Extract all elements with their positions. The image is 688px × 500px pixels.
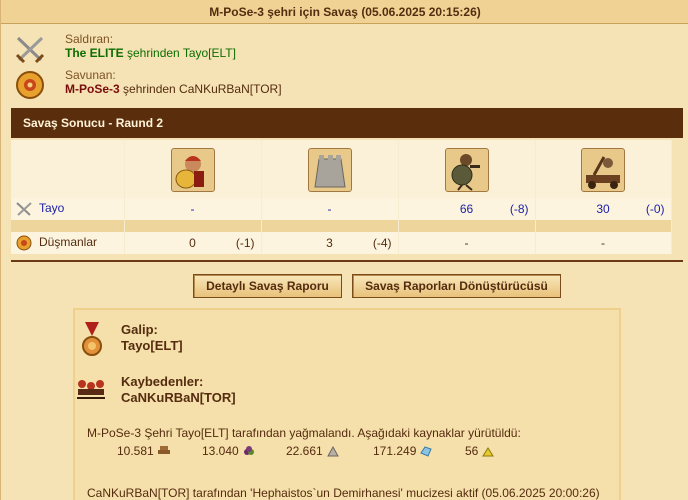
- plunder-message: M-PoSe-3 Şehri Tayo[ELT] tarafından yağm…: [87, 426, 521, 440]
- defender-unit-1-loss: (-1): [235, 236, 255, 250]
- marble-icon: [326, 445, 339, 457]
- defender-line: M-PoSe-3 şehrinden CaNKuRBaN[TOR]: [65, 82, 282, 96]
- resource-wine: 13.040: [202, 444, 256, 458]
- resource-marble: 22.661: [286, 444, 340, 458]
- resource-wine-amount: 13.040: [202, 444, 239, 458]
- shield-icon: [16, 71, 44, 99]
- winner-name: Tayo[ELT]: [121, 338, 183, 353]
- defender-city-link[interactable]: M-PoSe-3: [65, 82, 120, 96]
- wonder-message: CaNKuRBaN[TOR] tarafından 'Hephaistos`un…: [87, 486, 600, 500]
- crystal-icon: [420, 446, 433, 457]
- battle-result-header: Savaş Sonucu - Raund 2: [11, 108, 683, 138]
- defender-from-text[interactable]: şehrinden CaNKuRBaN[TOR]: [120, 82, 282, 96]
- defender-unit-2-loss: (-4): [372, 236, 392, 250]
- report-converter-button[interactable]: Savaş Raporları Dönüştürücüsü: [352, 274, 561, 298]
- battle-outcome-box: Galip: Tayo[ELT] Kaybedenler: CaNKuRBaN[…: [73, 308, 621, 500]
- resource-wood: 10.581: [117, 444, 171, 458]
- resource-crystal-amount: 171.249: [373, 444, 417, 458]
- loser-name: CaNKuRBaN[TOR]: [121, 390, 236, 405]
- wall-icon[interactable]: [307, 148, 352, 192]
- unit-images-row: [11, 140, 672, 198]
- sulfur-icon: [482, 447, 495, 457]
- window-title: M-PoSe-3 şehri için Savaş (05.06.2025 20…: [1, 0, 688, 24]
- battle-report-window: M-PoSe-3 şehri için Savaş (05.06.2025 20…: [0, 0, 688, 500]
- attacker-section: Saldıran: The ELITE şehrinden Tayo[ELT]: [11, 30, 671, 70]
- catapult-icon[interactable]: [581, 148, 625, 192]
- defender-unit-4-count: -: [601, 236, 605, 250]
- defender-section: Savunan: M-PoSe-3 şehrinden CaNKuRBaN[TO…: [11, 66, 671, 106]
- attacker-unit-2-count: -: [327, 202, 332, 216]
- medal-icon: [82, 322, 102, 356]
- wine-icon: [243, 446, 254, 455]
- shield-icon: [16, 235, 32, 251]
- hoplite-icon[interactable]: [170, 148, 215, 192]
- attacker-role-label: Saldıran:: [65, 32, 114, 46]
- attacker-unit-1-count: -: [190, 202, 195, 216]
- attacker-line: The ELITE şehrinden Tayo[ELT]: [65, 46, 236, 60]
- attacker-from-text[interactable]: şehrinden Tayo[ELT]: [124, 46, 236, 60]
- attacker-unit-3-loss: (-8): [509, 202, 529, 216]
- defender-row-label: Düşmanlar: [39, 235, 98, 250]
- defender-row: Düşmanlar 0 (-1) 3 (-4) - -: [11, 232, 672, 254]
- attacker-city-link[interactable]: The ELITE: [65, 46, 124, 60]
- empty-corner-cell: [11, 140, 125, 198]
- resource-crystal: 171.249: [373, 444, 433, 458]
- attacker-row-label[interactable]: Tayo: [39, 201, 64, 215]
- defender-unit-3-count: -: [464, 236, 469, 250]
- defeated-soldiers-icon: [77, 380, 105, 399]
- divider: [11, 260, 683, 262]
- units-table: Tayo - - 66 (-8) 30 (-0) Düşmanlar 0 (-1) 3…: [11, 140, 672, 254]
- row-separator: [11, 220, 672, 232]
- resource-sulfur-amount: 56: [465, 444, 479, 458]
- winner-label: Galip:: [121, 322, 158, 337]
- resource-wood-amount: 10.581: [117, 444, 154, 458]
- crossed-swords-icon: [16, 202, 32, 216]
- losers-label: Kaybedenler:: [121, 374, 204, 389]
- attacker-unit-4-loss: (-0): [645, 202, 665, 216]
- slinger-icon[interactable]: [444, 148, 489, 192]
- detailed-report-button[interactable]: Detaylı Savaş Raporu: [193, 274, 342, 298]
- attacker-row: Tayo - - 66 (-8) 30 (-0): [11, 198, 672, 220]
- crossed-swords-icon: [15, 36, 45, 64]
- defender-role-label: Savunan:: [65, 68, 116, 82]
- wood-icon: [157, 446, 170, 454]
- resource-marble-amount: 22.661: [286, 444, 323, 458]
- resource-sulfur: 56: [465, 444, 495, 458]
